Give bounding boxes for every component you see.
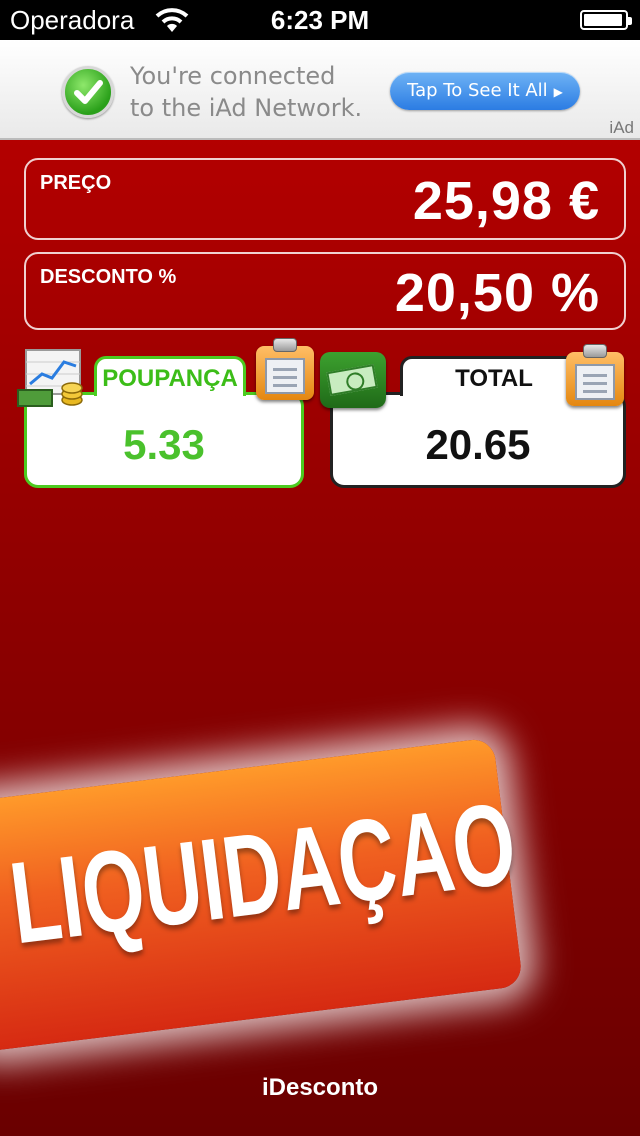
chart-coins-icon [17, 349, 83, 407]
ad-message: You're connected to the iAd Network. [130, 60, 390, 124]
ad-message-line1: You're connected [130, 62, 336, 90]
savings-value: 5.33 [123, 421, 205, 468]
total-label: TOTAL [400, 356, 588, 396]
calculator-screen: PREÇO 25,98 € DESCONTO % 20,50 % 5.33 PO… [0, 140, 640, 1136]
copy-total-clipboard-icon[interactable] [566, 344, 624, 406]
discount-value[interactable]: 20,50 % [395, 262, 600, 324]
iad-logo: iAd [609, 118, 634, 137]
ad-message-line2: to the iAd Network. [130, 94, 363, 122]
copy-savings-clipboard-icon[interactable] [256, 338, 314, 400]
checkmark-icon [62, 66, 114, 118]
status-bar: Operadora 6:23 PM [0, 0, 640, 40]
iad-banner[interactable]: You're connected to the iAd Network. Tap… [0, 40, 640, 140]
battery-icon [580, 10, 632, 30]
total-value: 20.65 [425, 421, 531, 468]
price-label: PREÇO [40, 172, 112, 194]
chevron-right-icon: ▶ [553, 85, 563, 99]
ad-see-all-button[interactable]: Tap To See It All ▶ [390, 72, 580, 110]
money-icon [320, 352, 386, 408]
discount-label: DESCONTO % [40, 266, 177, 288]
ad-button-label: Tap To See It All [407, 80, 548, 101]
status-time: 6:23 PM [270, 5, 370, 35]
app-name: iDesconto [261, 1074, 378, 1101]
price-field[interactable]: PREÇO 25,98 € [24, 158, 626, 240]
savings-label: POUPANÇA [94, 356, 246, 396]
discount-field[interactable]: DESCONTO % 20,50 % [24, 252, 626, 330]
price-value[interactable]: 25,98 € [413, 170, 600, 232]
